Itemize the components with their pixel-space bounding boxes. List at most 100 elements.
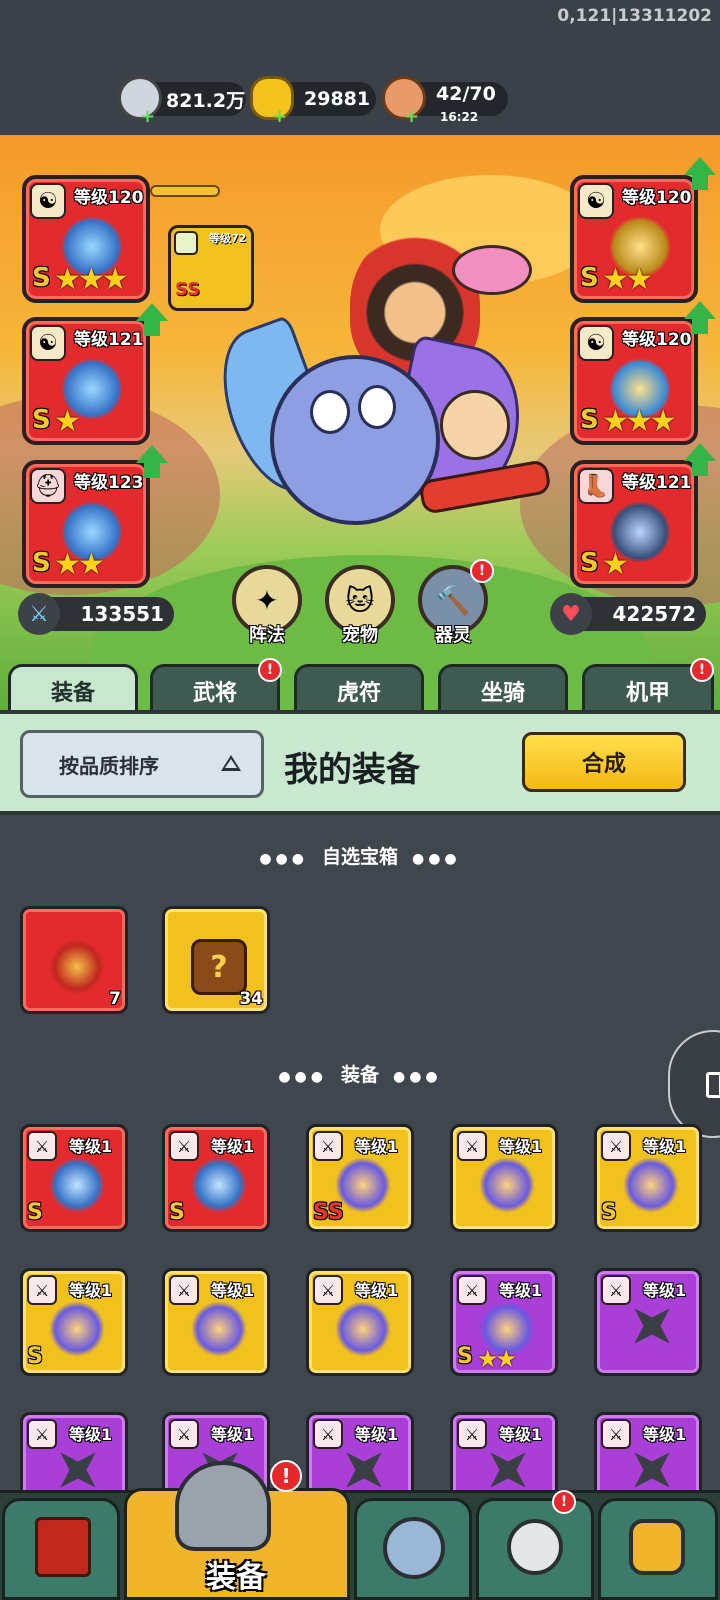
- sword-icon: [174, 231, 198, 255]
- equipment-item[interactable]: ⚔ 等级1 SS: [306, 1124, 414, 1232]
- item-stars: ★★: [477, 1345, 517, 1373]
- item-grade: S: [601, 1200, 617, 1225]
- add-stamina-icon[interactable]: +: [404, 106, 419, 127]
- hero-scene: 等级72 SS ☯ 等级120 S ★★★ ☯ 等级121 S ★ ⛑ 等级12…: [0, 135, 720, 710]
- upgrade-arrow-icon: [132, 445, 172, 479]
- hammer-icon: 🔨: [435, 583, 471, 617]
- gold-value: 29881: [304, 88, 371, 110]
- tab-tally[interactable]: 虎符: [294, 664, 424, 714]
- sword-icon: ⚔: [27, 1131, 57, 1161]
- slot-level: 等级72: [209, 232, 247, 245]
- slot-grade: S: [32, 405, 51, 435]
- equipment-item[interactable]: ⚔ 等级1 S: [594, 1124, 702, 1232]
- equipment-item[interactable]: ⚔ 等级1: [306, 1268, 414, 1376]
- equipment-art: [191, 1301, 247, 1357]
- item-level: 等级1: [69, 1137, 113, 1156]
- equip-slot-left-3[interactable]: ⛑ 等级123 S ★★: [22, 460, 150, 588]
- attack-stat: ⚔ 133551: [18, 593, 174, 635]
- equip-slot-right-2[interactable]: ☯ 等级120 S ★★★: [570, 317, 698, 445]
- decor-dots: ●●●: [278, 1069, 327, 1085]
- equipment-art: [49, 1157, 105, 1213]
- equipment-item[interactable]: ⚔ 等级1 S: [20, 1124, 128, 1232]
- item-count: 34: [239, 989, 263, 1009]
- top-bar: 0,121|13311202 + 821.2万 + 29881 + 42/70 …: [0, 0, 720, 135]
- page-title: 我的装备: [284, 750, 420, 790]
- slot-stars: ★★★: [54, 262, 129, 297]
- rooster-icon: [507, 1519, 563, 1575]
- cat-icon: 🐱: [345, 583, 375, 617]
- lotus-ornament: [452, 245, 532, 295]
- equip-slot-left-2[interactable]: ☯ 等级121 S ★: [22, 317, 150, 445]
- helmet-icon: [175, 1461, 271, 1551]
- equip-slot-right-3[interactable]: 👢 等级121 S ★: [570, 460, 698, 588]
- game-screen: 0,121|13311202 + 821.2万 + 29881 + 42/70 …: [0, 0, 720, 1600]
- linked-weapon-slot[interactable]: 等级72 SS: [168, 225, 254, 311]
- hp-stat: ♥ 422572: [550, 593, 706, 635]
- section-title: 装备: [340, 1064, 379, 1086]
- equipment-item[interactable]: ⚔ 等级1 S: [20, 1268, 128, 1376]
- sword-icon: ⚔: [169, 1419, 199, 1449]
- section-title: 自选宝箱: [321, 846, 398, 868]
- add-silver-icon[interactable]: +: [140, 106, 155, 127]
- formation-label: 阵法: [249, 625, 285, 646]
- attack-value: 133551: [80, 602, 165, 626]
- alert-dot: !: [690, 658, 714, 682]
- sword-icon: ⚔: [313, 1419, 343, 1449]
- equipment-item[interactable]: ⚔ 等级1: [162, 1268, 270, 1376]
- slot-level: 等级120: [74, 188, 144, 208]
- silver-value: 821.2万: [166, 89, 246, 112]
- item-grade: S: [27, 1200, 43, 1225]
- mystery-chest-icon: ?: [191, 939, 247, 995]
- slot-stars: ★★: [54, 547, 105, 582]
- nav-gacha[interactable]: [476, 1498, 594, 1600]
- stamina-timer: 16:22: [440, 110, 479, 124]
- chevron-up-icon: [221, 755, 241, 771]
- nav-battle[interactable]: [354, 1498, 472, 1600]
- decor-dots: ●●●: [412, 851, 461, 867]
- decor-dots: ●●●: [259, 851, 308, 867]
- item-level: 等级1: [69, 1425, 113, 1444]
- chest-icon: [49, 939, 105, 995]
- equipment-item[interactable]: ⚔ 等级1: [594, 1268, 702, 1376]
- gold-resource[interactable]: + 29881: [250, 76, 376, 127]
- fist-icon: [629, 1519, 685, 1575]
- sword-icon: ⚔: [601, 1419, 631, 1449]
- nav-growth[interactable]: [598, 1498, 718, 1600]
- sword-icon: ⚔: [27, 1275, 57, 1305]
- yin-yang-icon: ☯: [30, 325, 66, 361]
- merge-button[interactable]: 合成: [522, 732, 686, 792]
- side-panel-toggle[interactable]: [668, 1030, 720, 1138]
- chest-item[interactable]: 7: [20, 906, 128, 1014]
- item-level: 等级1: [643, 1137, 687, 1156]
- equip-slot-left-1[interactable]: ☯ 等级120 S ★★★: [22, 175, 150, 303]
- equipment-art: [479, 1157, 535, 1213]
- equipment-art: [49, 1301, 105, 1357]
- upgrade-arrow-icon: [680, 443, 720, 477]
- item-level: 等级1: [499, 1281, 543, 1300]
- elephant-eye: [310, 390, 350, 434]
- equip-slot-right-1[interactable]: ☯ 等级120 S ★★: [570, 175, 698, 303]
- spirit-label: 器灵: [435, 625, 471, 646]
- stamina-resource[interactable]: + 42/70 16:22: [382, 76, 508, 127]
- slot-grade: S: [580, 263, 599, 293]
- gate-icon: [35, 1517, 91, 1577]
- nav-equipment-label: 装备: [206, 1560, 266, 1595]
- item-grade: S: [169, 1200, 185, 1225]
- item-level: 等级1: [211, 1281, 255, 1300]
- equipment-item[interactable]: ⚔ 等级1 S: [162, 1124, 270, 1232]
- sort-dropdown[interactable]: 按品质排序: [20, 730, 264, 798]
- tab-mount[interactable]: 坐骑: [438, 664, 568, 714]
- equipment-item[interactable]: ⚔ 等级1: [450, 1124, 558, 1232]
- silver-resource[interactable]: + 821.2万: [118, 76, 246, 127]
- tab-equipment[interactable]: 装备: [8, 664, 138, 714]
- nav-shop[interactable]: [2, 1498, 120, 1600]
- chest-item[interactable]: ? 34: [162, 906, 270, 1014]
- equipment-item[interactable]: ⚔ 等级1 S ★★: [450, 1268, 558, 1376]
- yin-yang-icon: ☯: [30, 183, 66, 219]
- pet-label: 宠物: [342, 625, 378, 646]
- add-gold-icon[interactable]: +: [272, 106, 287, 127]
- upgrade-arrow-icon: [680, 157, 720, 191]
- yin-yang-icon: ☯: [578, 183, 614, 219]
- equipment-art: [335, 1301, 391, 1357]
- item-level: 等级1: [499, 1137, 543, 1156]
